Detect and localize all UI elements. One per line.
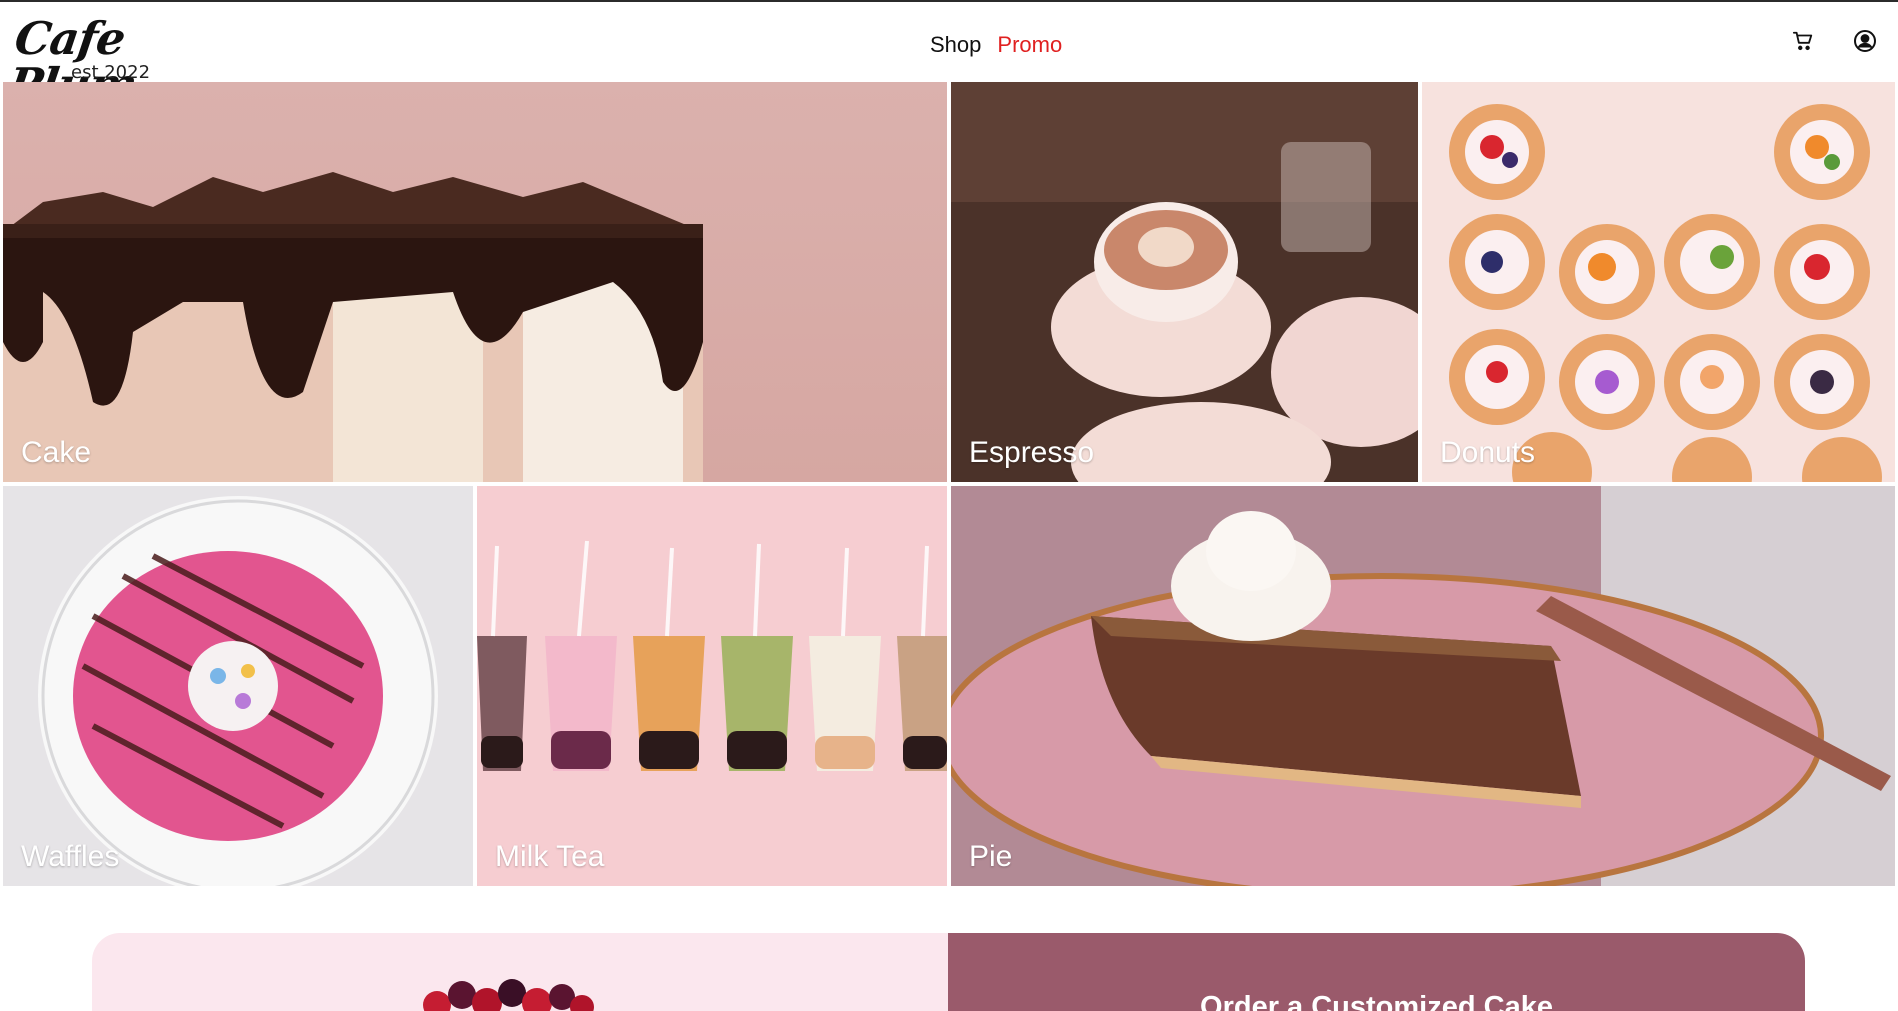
promo-image-panel <box>92 933 948 1011</box>
custom-cake-promo: Order a Customized Cake <box>92 933 1805 1011</box>
milk-tea-image <box>477 486 947 886</box>
category-tile-espresso[interactable]: Espresso <box>951 82 1418 482</box>
brand-logo[interactable]: Cafe Plum est 2022 <box>5 12 212 111</box>
waffles-image <box>3 486 473 886</box>
category-tile-cake[interactable]: Cake <box>3 82 947 482</box>
category-tile-milk-tea[interactable]: Milk Tea <box>477 486 947 886</box>
category-label: Waffles <box>21 840 120 873</box>
category-label: Milk Tea <box>495 840 605 873</box>
account-button[interactable] <box>1852 28 1878 54</box>
pie-image <box>951 486 1895 886</box>
category-tile-donuts[interactable]: Donuts <box>1422 82 1895 482</box>
category-grid: Cake Espresso Donuts Waffles Milk Tea Pi… <box>3 82 1895 886</box>
berries-image <box>423 979 594 1011</box>
category-tile-pie[interactable]: Pie <box>951 486 1895 886</box>
cake-image <box>3 172 703 482</box>
category-tile-waffles[interactable]: Waffles <box>3 486 473 886</box>
brand-tagline: est 2022 <box>71 62 151 83</box>
espresso-image <box>951 82 1418 482</box>
category-label: Donuts <box>1440 436 1536 469</box>
nav-shop-link[interactable]: Shop <box>930 32 981 58</box>
main-nav: Shop Promo <box>930 30 1062 60</box>
promo-title: Order a Customized Cake <box>1200 991 1553 1011</box>
header-actions <box>1790 28 1878 54</box>
user-circle-icon <box>1854 30 1876 52</box>
category-label: Pie <box>969 840 1013 873</box>
category-label: Cake <box>21 436 92 469</box>
donuts-image <box>1422 82 1895 482</box>
cart-icon <box>1792 31 1813 51</box>
cart-button[interactable] <box>1790 28 1816 54</box>
site-header: Cafe Plum est 2022 Shop Promo <box>0 2 1898 111</box>
category-label: Espresso <box>969 436 1095 469</box>
nav-promo-link[interactable]: Promo <box>997 32 1062 58</box>
promo-text-panel: Order a Customized Cake <box>948 933 1805 1011</box>
